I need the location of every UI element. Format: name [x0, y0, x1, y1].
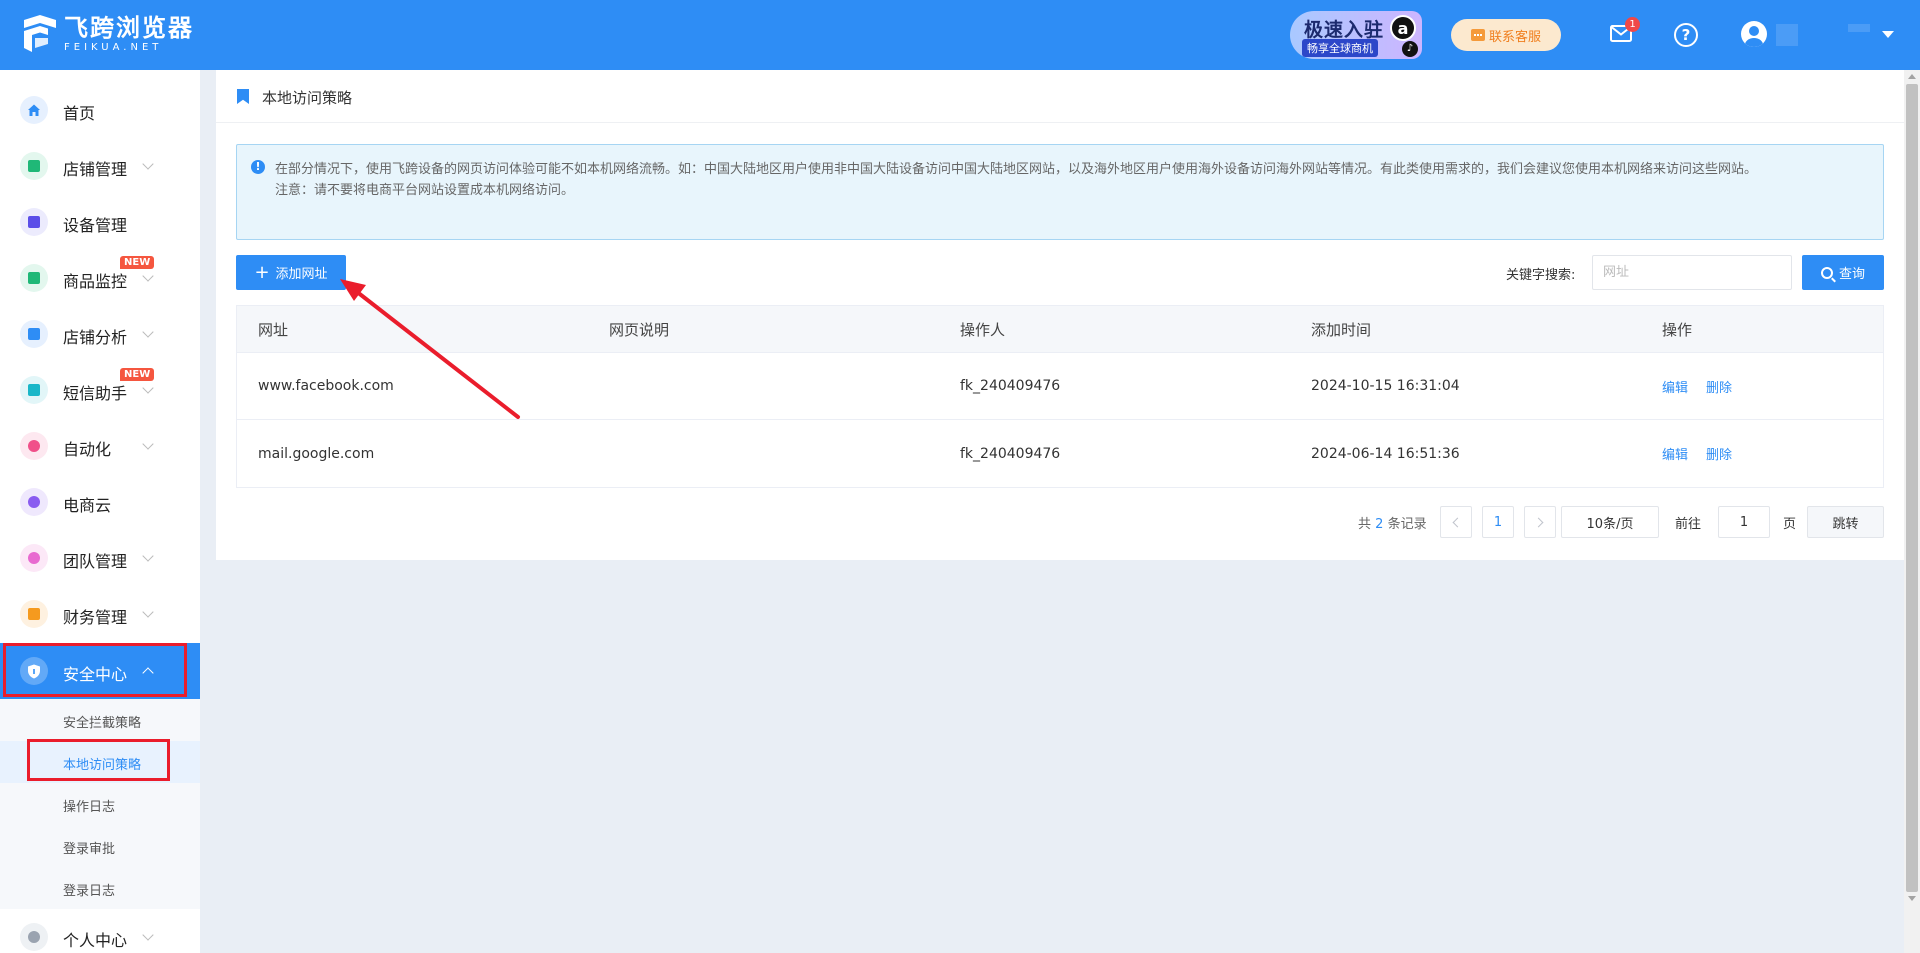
annotation-arrow — [340, 279, 520, 419]
scrollbar-thumb[interactable] — [1906, 84, 1918, 892]
scroll-down-icon[interactable] — [1908, 896, 1916, 901]
scroll-up-icon[interactable] — [1908, 74, 1916, 79]
